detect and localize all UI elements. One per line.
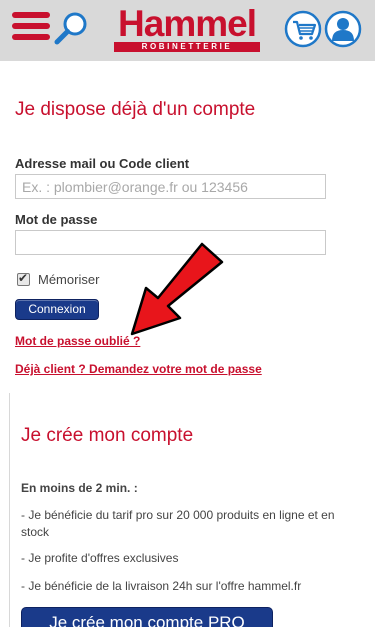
red-arrow-icon: [130, 242, 224, 336]
hammel-logo[interactable]: Hammel ROBINETTERIE: [114, 3, 260, 52]
request-password-link[interactable]: Déjà client ? Demandez votre mot de pass…: [15, 362, 262, 376]
cart-icon[interactable]: [284, 10, 322, 48]
search-icon[interactable]: [53, 11, 89, 47]
benefit-item: - Je bénéficie du tarif pro sur 20 000 p…: [21, 508, 335, 539]
create-section-title: Je crée mon compte: [21, 425, 194, 446]
section-divider: [9, 393, 10, 627]
remember-me[interactable]: Mémoriser: [17, 271, 100, 287]
remember-label: Mémoriser: [38, 272, 100, 287]
header: Hammel ROBINETTERIE: [0, 0, 375, 61]
create-intro: En moins de 2 min. :: [21, 481, 138, 495]
create-account-button[interactable]: Je crée mon compte PRO: [21, 607, 273, 627]
benefit-item: - Je bénéficie de la livraison 24h sur l…: [21, 579, 302, 593]
remember-checkbox[interactable]: [17, 271, 30, 286]
password-label: Mot de passe: [15, 212, 98, 227]
email-label: Adresse mail ou Code client: [15, 156, 190, 171]
user-icon[interactable]: [324, 10, 362, 48]
forgot-password-link[interactable]: Mot de passe oublié ?: [15, 334, 140, 348]
menu-icon[interactable]: [12, 12, 50, 44]
login-section-title: Je dispose déjà d'un compte: [15, 99, 256, 120]
benefit-item: - Je profite d'offres exclusives: [21, 551, 179, 565]
email-field[interactable]: [15, 174, 326, 199]
logo-text: Hammel: [118, 3, 257, 44]
connexion-button[interactable]: Connexion: [15, 299, 99, 320]
